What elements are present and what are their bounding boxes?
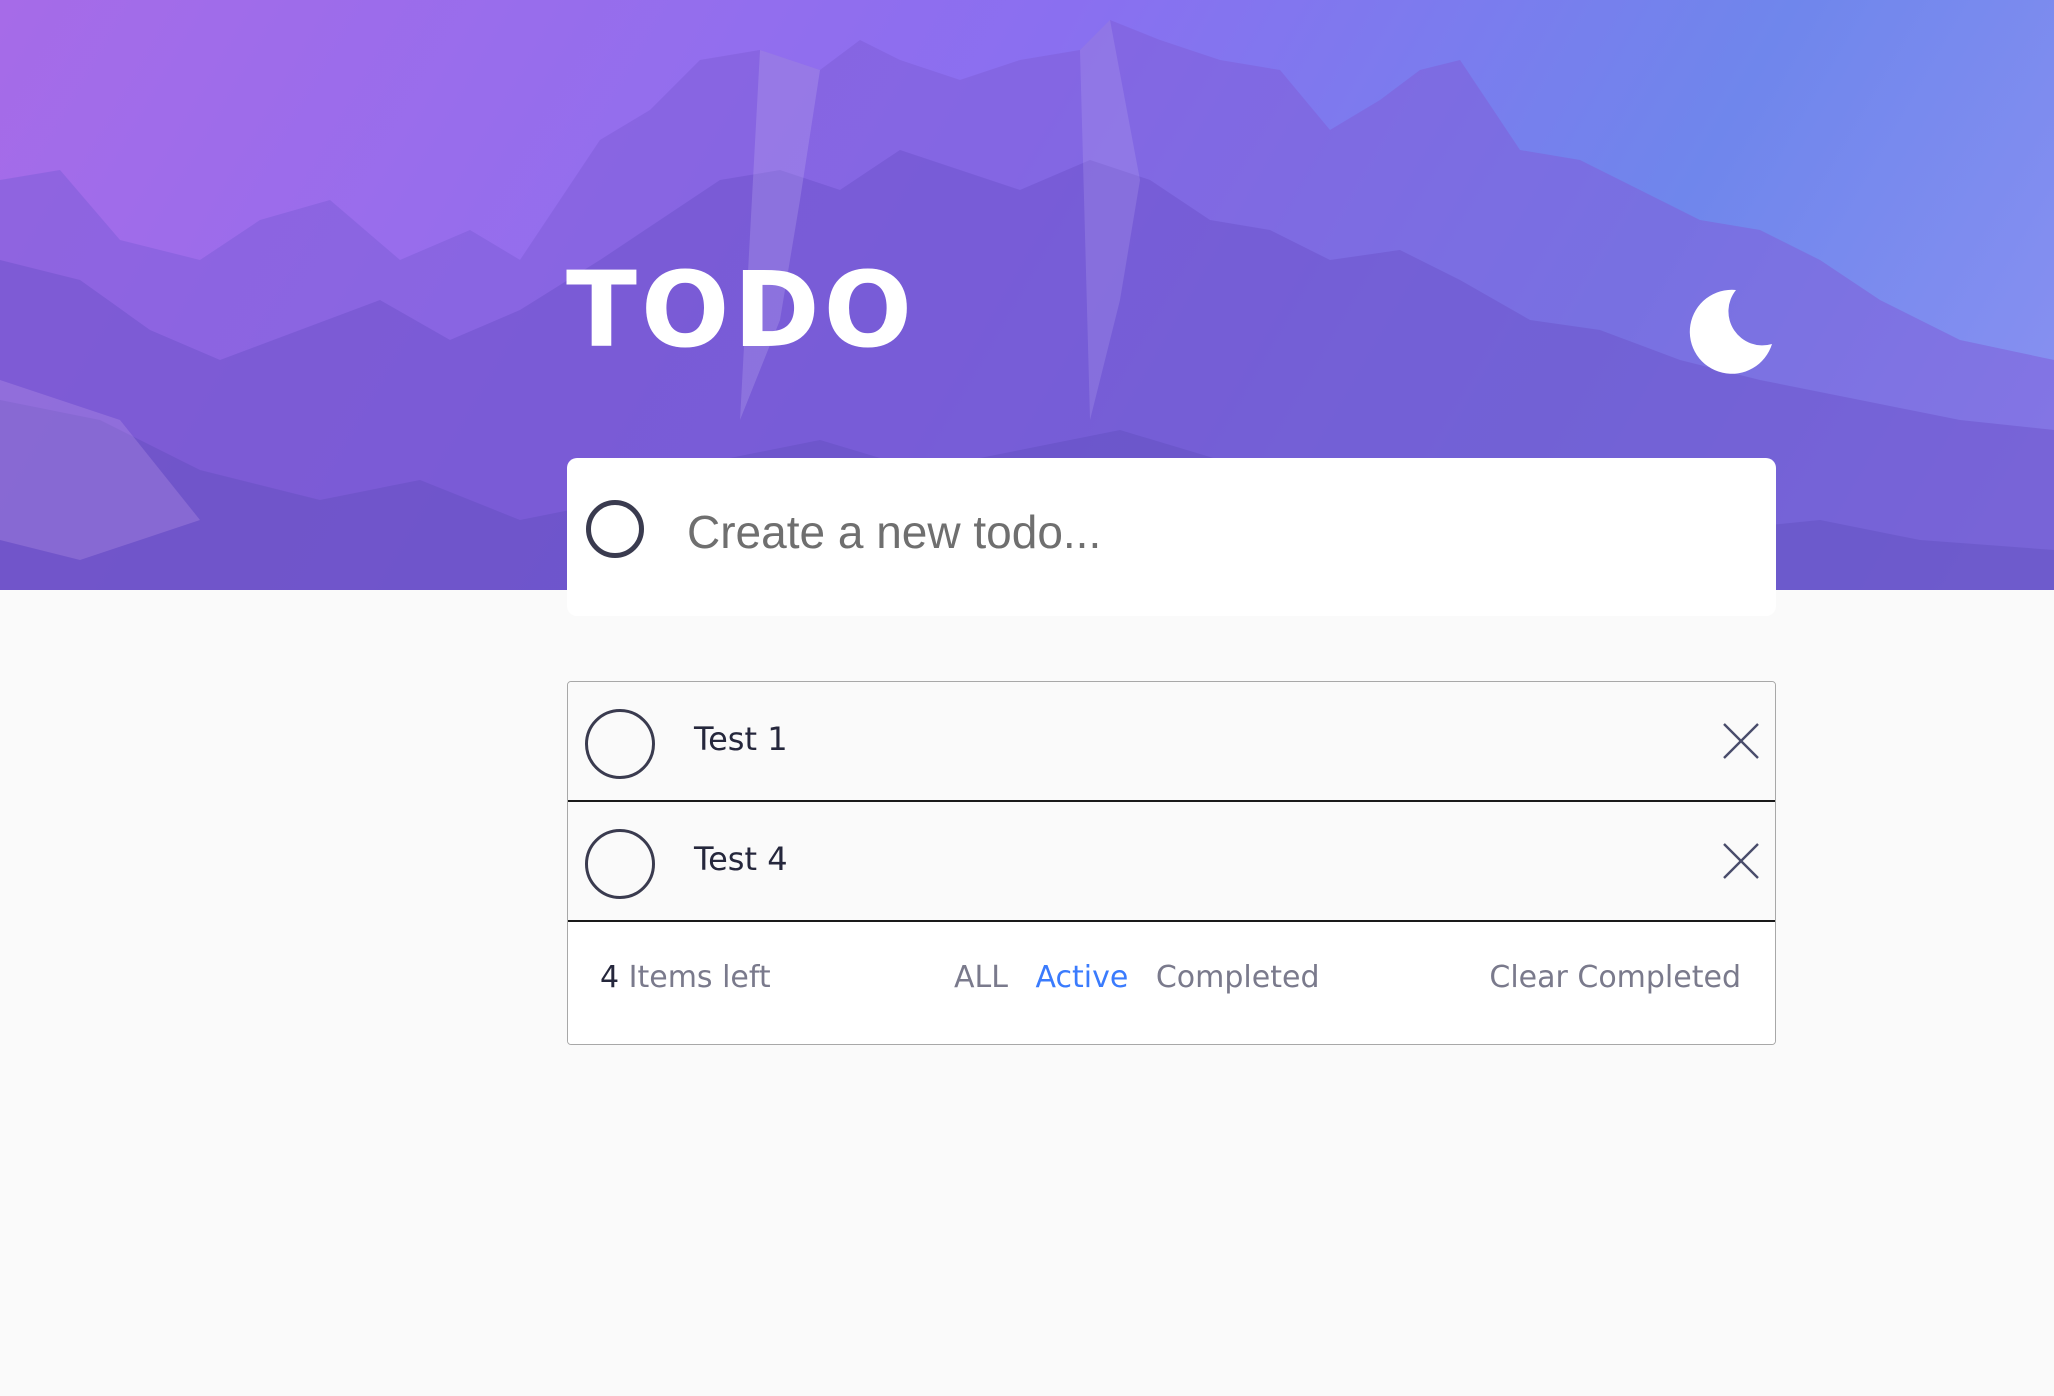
new-todo-card (567, 458, 1776, 616)
filter-completed[interactable]: Completed (1156, 960, 1320, 995)
todo-text[interactable]: Test 1 (694, 720, 788, 758)
todo-item: Test 1 (568, 682, 1775, 802)
filter-all[interactable]: ALL (954, 960, 1008, 995)
app-title: TODO (566, 249, 917, 371)
todo-list: Test 1 Test 4 4 Items left ALL Active Co… (567, 681, 1776, 1045)
close-icon[interactable] (1722, 722, 1760, 760)
theme-toggle-button[interactable] (1688, 288, 1774, 374)
todo-item: Test 4 (568, 802, 1775, 922)
todo-text[interactable]: Test 4 (694, 840, 788, 878)
items-left-label: Items left (619, 960, 771, 995)
close-icon[interactable] (1722, 842, 1760, 880)
filter-active[interactable]: Active (1036, 960, 1129, 995)
filter-group: ALL Active Completed (954, 960, 1337, 995)
clear-completed-button[interactable]: Clear Completed (1489, 960, 1741, 995)
todo-footer: 4 Items left ALL Active Completed Clear … (568, 922, 1775, 1044)
new-todo-input[interactable] (685, 496, 1729, 568)
items-left-counter: 4 Items left (600, 960, 771, 995)
todo-checkbox[interactable] (585, 829, 655, 899)
new-todo-circle-icon (586, 500, 644, 558)
moon-icon (1689, 289, 1772, 374)
items-left-count: 4 (600, 960, 620, 995)
todo-checkbox[interactable] (585, 709, 655, 779)
